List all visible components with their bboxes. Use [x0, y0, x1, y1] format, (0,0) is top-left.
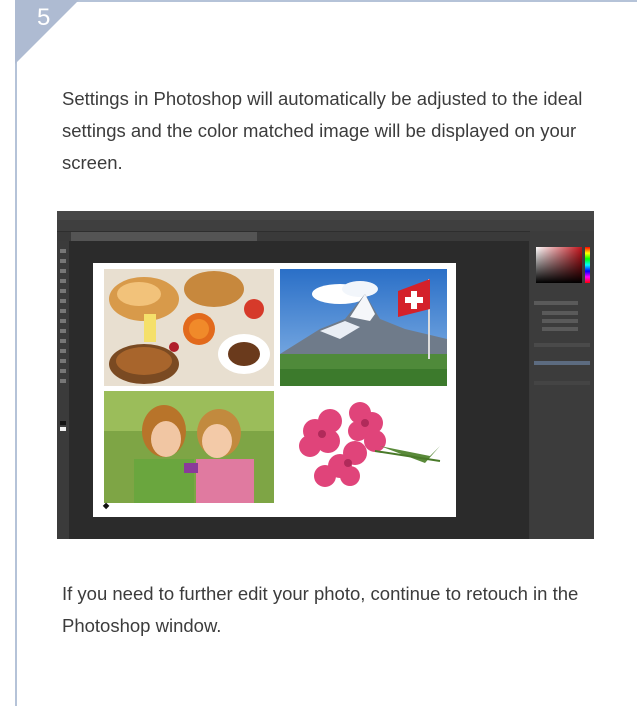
children-photo: [104, 391, 274, 503]
step-number: 5: [37, 4, 51, 31]
ps-document-tab: [71, 232, 257, 241]
eizo-logo: ◆: [103, 501, 110, 510]
intro-paragraph: Settings in Photoshop will automatically…: [62, 88, 583, 173]
matterhorn-swiss-flag-photo: [280, 269, 447, 386]
outro-paragraph: If you need to further edit your photo, …: [62, 583, 579, 636]
ps-options-bar: [57, 220, 594, 232]
pink-flowers-photo: [280, 391, 447, 503]
photo-collage-document: ◆: [93, 263, 456, 517]
step-badge: 5: [15, 0, 79, 64]
ps-panels: [530, 231, 594, 539]
ps-menu-bar: [57, 211, 594, 220]
color-picker-panel: [536, 247, 590, 283]
breakfast-photo: [104, 269, 274, 386]
